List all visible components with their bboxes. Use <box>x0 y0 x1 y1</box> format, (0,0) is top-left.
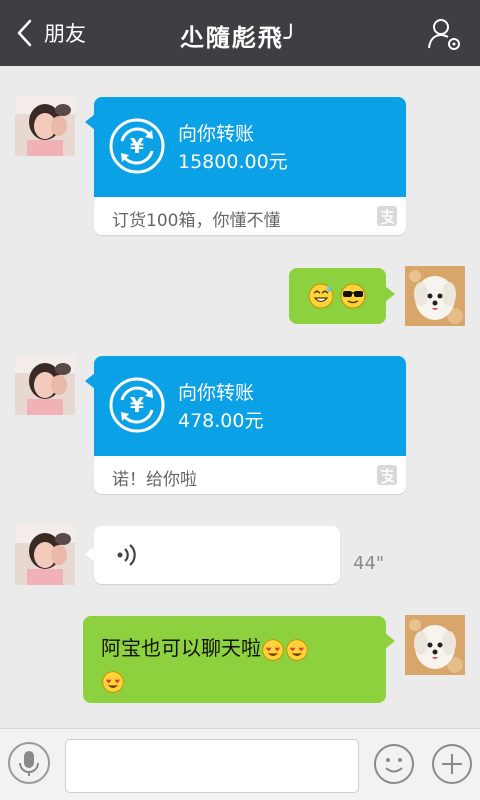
message-text: 阿宝也可以聊天啦 <box>101 636 261 660</box>
sunglasses-emoji <box>340 283 366 309</box>
svg-text:¥: ¥ <box>130 134 144 158</box>
bubble-tail <box>385 633 395 649</box>
friend-avatar[interactable] <box>15 96 75 156</box>
transfer-card-header: ¥ 向你转账 15800.00元 <box>94 97 406 197</box>
microphone-icon[interactable] <box>7 741 51 785</box>
chat-title: 尐隨彪飛╯ <box>179 24 301 52</box>
transfer-card-footer: 订货100箱，你懂不懂 <box>94 197 406 235</box>
plus-icon[interactable] <box>431 743 473 785</box>
input-bar <box>0 728 480 800</box>
heart-eyes-emoji <box>262 638 284 661</box>
heart-eyes-emoji <box>286 638 308 661</box>
text-message-content: 阿宝也可以聊天啦 <box>101 632 371 696</box>
my-avatar[interactable] <box>405 615 465 675</box>
voice-message-bubble[interactable] <box>94 526 340 584</box>
heart-eyes-emoji <box>102 670 124 693</box>
transfer-note: 诺！给你啦 <box>112 470 197 490</box>
transfer-label: 向你转账 <box>178 382 255 404</box>
my-avatar-image <box>405 615 465 675</box>
currency-exchange-icon: ¥ <box>109 118 165 174</box>
voice-waves-icon <box>117 544 136 566</box>
profile-settings-icon[interactable] <box>426 16 462 52</box>
transfer-card[interactable]: ¥ 向你转账 478.00元 诺！给你啦 <box>94 356 406 494</box>
alipay-icon <box>377 206 397 226</box>
emoji-face-icon[interactable] <box>373 743 415 785</box>
transfer-card[interactable]: ¥ 向你转账 15800.00元 订货100箱，你懂不懂 <box>94 97 406 235</box>
transfer-label: 向你转账 <box>178 123 255 145</box>
my-avatar[interactable] <box>405 266 465 326</box>
alipay-icon <box>377 465 397 485</box>
transfer-amount: 478.00元 <box>178 410 264 432</box>
svg-text:¥: ¥ <box>130 393 144 417</box>
transfer-amount: 15800.00元 <box>178 151 288 173</box>
friend-avatar-image <box>15 355 75 415</box>
text-message-bubble[interactable]: 阿宝也可以聊天啦 <box>83 616 386 703</box>
friend-avatar[interactable] <box>15 525 75 585</box>
friend-avatar-image <box>15 525 75 585</box>
my-avatar-image <box>405 266 465 326</box>
currency-exchange-icon: ¥ <box>109 377 165 433</box>
transfer-card-header: ¥ 向你转账 478.00元 <box>94 356 406 456</box>
message-input[interactable] <box>65 739 359 793</box>
bubble-tail <box>385 286 395 302</box>
transfer-card-footer: 诺！给你啦 <box>94 456 406 494</box>
voice-duration: 44" <box>353 553 385 574</box>
emoji-message-bubble[interactable] <box>289 268 386 324</box>
friend-avatar[interactable] <box>15 355 75 415</box>
friend-avatar-image <box>15 96 75 156</box>
top-bar: 朋友 尐隨彪飛╯ <box>0 0 480 66</box>
transfer-note: 订货100箱，你懂不懂 <box>112 211 281 231</box>
laughing-sweat-emoji <box>308 283 334 309</box>
